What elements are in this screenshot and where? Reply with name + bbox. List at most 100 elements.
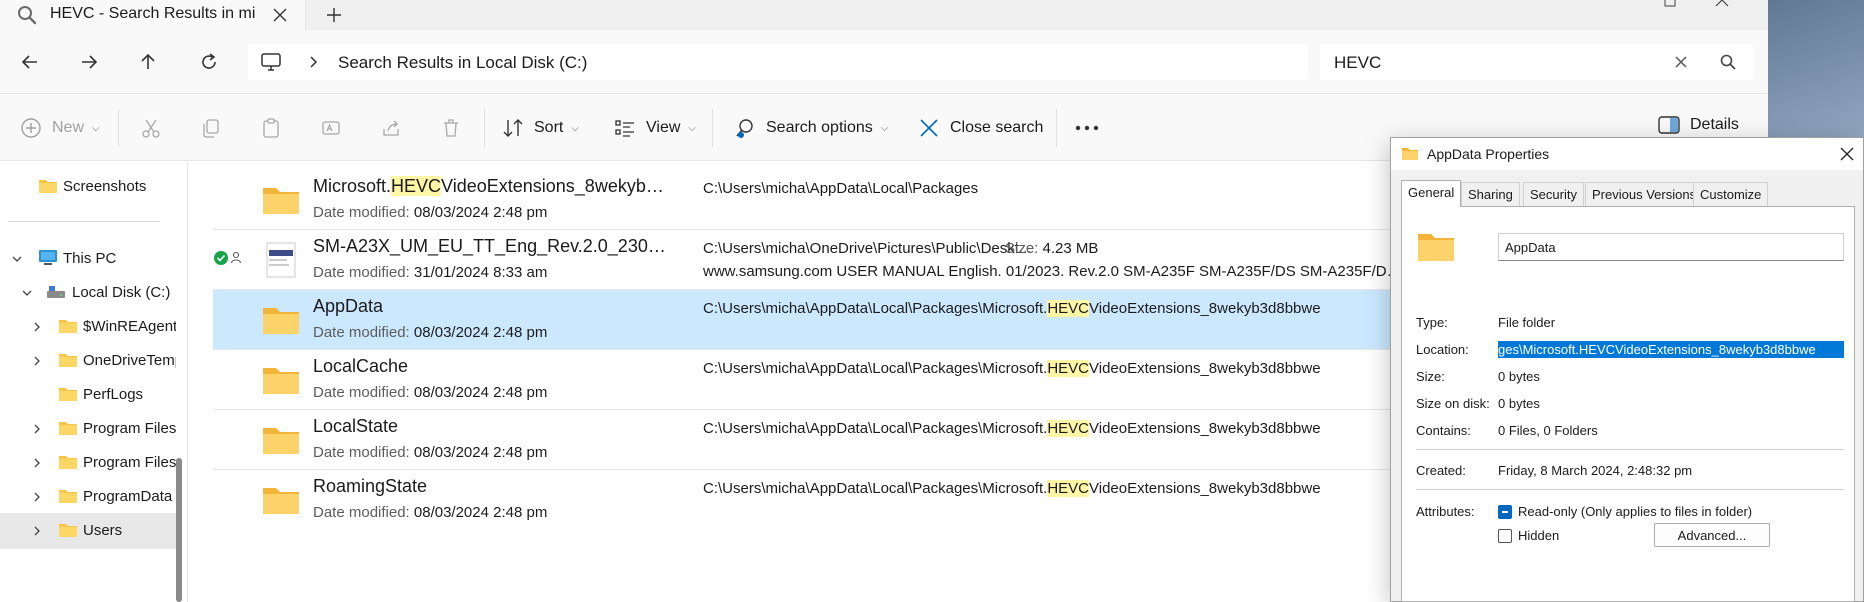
- search-options-button[interactable]: Search options ⌵: [734, 115, 888, 141]
- list-item[interactable]: RoamingState Date modified: 08/03/2024 2…: [213, 470, 1573, 530]
- divider: [1416, 449, 1844, 450]
- copy-icon: [203, 119, 219, 138]
- sidebar-item-winreagent[interactable]: $WinREAgent: [0, 309, 176, 345]
- item-path: C:\Users\micha\OneDrive\Pictures\Public\…: [703, 240, 1032, 257]
- folder-icon: [38, 177, 58, 195]
- sidebar-item-this-pc[interactable]: This PC: [0, 241, 176, 277]
- close-search-button[interactable]: Close search: [918, 115, 1043, 141]
- tab-security[interactable]: Security: [1523, 182, 1584, 206]
- tab-general[interactable]: General: [1401, 180, 1462, 207]
- folder-icon: [1416, 231, 1456, 263]
- divider: [484, 109, 485, 147]
- delete-button[interactable]: [440, 115, 462, 141]
- tab-previous-versions[interactable]: Previous Versions: [1585, 182, 1704, 206]
- chevron-down-icon[interactable]: [10, 252, 24, 266]
- search-settings-icon: [736, 119, 753, 138]
- readonly-checkbox[interactable]: Read-only (Only applies to files in fold…: [1498, 504, 1752, 519]
- item-description: www.samsung.com USER MANUAL English. 01/…: [703, 263, 1403, 280]
- folder-icon: [58, 351, 78, 369]
- copy-button[interactable]: [200, 115, 222, 141]
- sidebar-item-perflogs[interactable]: PerfLogs: [0, 377, 176, 413]
- sidebar-scrollbar[interactable]: [176, 458, 182, 602]
- details-button[interactable]: Details: [1658, 115, 1739, 135]
- list-item-selected[interactable]: AppData Date modified: 08/03/2024 2:48 p…: [213, 290, 1573, 350]
- tab-bar: HEVC - Search Results in micha: [0, 0, 1768, 30]
- sidebar-item-onedrivetemp[interactable]: OneDriveTemp: [0, 343, 176, 379]
- view-label: View: [646, 119, 681, 136]
- item-date-modified: Date modified: 08/03/2024 2:48 pm: [313, 384, 548, 401]
- divider: [118, 109, 119, 147]
- item-date-modified: Date modified: 08/03/2024 2:48 pm: [313, 504, 548, 521]
- hidden-checkbox[interactable]: Hidden: [1498, 528, 1559, 543]
- sidebar-item-local-disk[interactable]: Local Disk (C:): [0, 275, 176, 311]
- location-value[interactable]: ges\Microsoft.HEVCVideoExtensions_8wekyb…: [1498, 341, 1844, 358]
- back-button[interactable]: [16, 48, 44, 76]
- share-icon: [383, 120, 399, 136]
- close-tab-icon[interactable]: [268, 3, 292, 27]
- forward-button[interactable]: [75, 48, 103, 76]
- dialog-titlebar[interactable]: AppData Properties: [1391, 138, 1863, 170]
- chevron-right-icon[interactable]: [30, 524, 44, 538]
- list-item[interactable]: LocalCache Date modified: 08/03/2024 2:4…: [213, 350, 1573, 410]
- general-tab-panel: AppData Type: File folder Location: ges\…: [1401, 206, 1855, 602]
- close-icon[interactable]: [1839, 146, 1855, 162]
- chevron-right-icon[interactable]: [304, 53, 322, 71]
- sidebar-item-screenshots[interactable]: Screenshots: [0, 169, 176, 205]
- close-window-icon[interactable]: [1710, 0, 1734, 16]
- properties-dialog: AppData Properties General Sharing Secur…: [1390, 137, 1864, 602]
- checkbox-indeterminate-icon: [1498, 504, 1512, 519]
- chevron-down-icon: ⌵: [688, 122, 696, 134]
- sync-status: [213, 250, 247, 266]
- list-item[interactable]: SM-A23X_UM_EU_TT_Eng_Rev.2.0_230131 Date…: [213, 230, 1573, 290]
- chevron-right-icon[interactable]: [30, 320, 44, 334]
- view-button[interactable]: View ⌵: [614, 115, 696, 141]
- list-item[interactable]: LocalState Date modified: 08/03/2024 2:4…: [213, 410, 1573, 470]
- navigation-pane: Screenshots This PC Local Disk (C:) $Win…: [0, 162, 188, 602]
- sidebar-item-programdata[interactable]: ProgramData: [0, 479, 176, 515]
- chevron-right-icon[interactable]: [30, 456, 44, 470]
- advanced-button[interactable]: Advanced...: [1654, 523, 1770, 547]
- refresh-button[interactable]: [195, 48, 223, 76]
- contains-label: Contains:: [1416, 423, 1471, 438]
- search-icon[interactable]: [1718, 52, 1738, 72]
- tab-sharing[interactable]: Sharing: [1461, 182, 1520, 206]
- navigation-bar: Search Results in Local Disk (C:) HEVC: [0, 30, 1768, 94]
- chevron-down-icon[interactable]: [20, 286, 34, 300]
- chevron-right-icon[interactable]: [30, 490, 44, 504]
- chevron-right-icon[interactable]: [30, 354, 44, 368]
- folder-icon: [58, 521, 78, 539]
- minimize-icon[interactable]: [1600, 0, 1624, 16]
- up-button[interactable]: [134, 48, 162, 76]
- new-button[interactable]: New ⌵: [20, 115, 100, 141]
- sort-button[interactable]: Sort ⌵: [502, 115, 579, 141]
- sidebar-item-users[interactable]: Users: [0, 513, 176, 549]
- search-input[interactable]: HEVC: [1334, 53, 1381, 73]
- folder-icon: [58, 453, 78, 471]
- paste-button[interactable]: [260, 115, 282, 141]
- trash-icon: [444, 119, 458, 137]
- share-button[interactable]: [380, 115, 402, 141]
- item-name: SM-A23X_UM_EU_TT_Eng_Rev.2.0_230131: [313, 236, 673, 256]
- folder-name-field[interactable]: AppData: [1498, 233, 1844, 261]
- folder-icon: [58, 419, 78, 437]
- folder-icon: [261, 482, 301, 518]
- tab-search-results[interactable]: HEVC - Search Results in micha: [0, 0, 306, 30]
- search-box[interactable]: HEVC: [1320, 44, 1754, 80]
- sidebar-item-program-files-x86[interactable]: Program Files (x86): [0, 445, 176, 481]
- more-options-button[interactable]: [1074, 115, 1100, 141]
- address-bar[interactable]: Search Results in Local Disk (C:): [248, 44, 1308, 80]
- divider: [712, 109, 713, 147]
- new-tab-icon[interactable]: [322, 3, 346, 27]
- breadcrumb[interactable]: Search Results in Local Disk (C:): [338, 53, 587, 73]
- maximize-icon[interactable]: [1658, 0, 1682, 16]
- list-item[interactable]: Microsoft.HEVCVideoExtensions_8wekyb3d8b…: [213, 170, 1573, 230]
- chevron-right-icon[interactable]: [30, 422, 44, 436]
- folder-icon: [58, 385, 78, 403]
- rename-button[interactable]: [320, 115, 342, 141]
- cut-button[interactable]: [140, 115, 162, 141]
- item-name: RoamingState: [313, 476, 428, 496]
- sidebar-item-program-files[interactable]: Program Files: [0, 411, 176, 447]
- tab-customize[interactable]: Customize: [1693, 182, 1769, 206]
- clear-search-icon[interactable]: [1672, 53, 1690, 71]
- close-search-label: Close search: [950, 119, 1044, 136]
